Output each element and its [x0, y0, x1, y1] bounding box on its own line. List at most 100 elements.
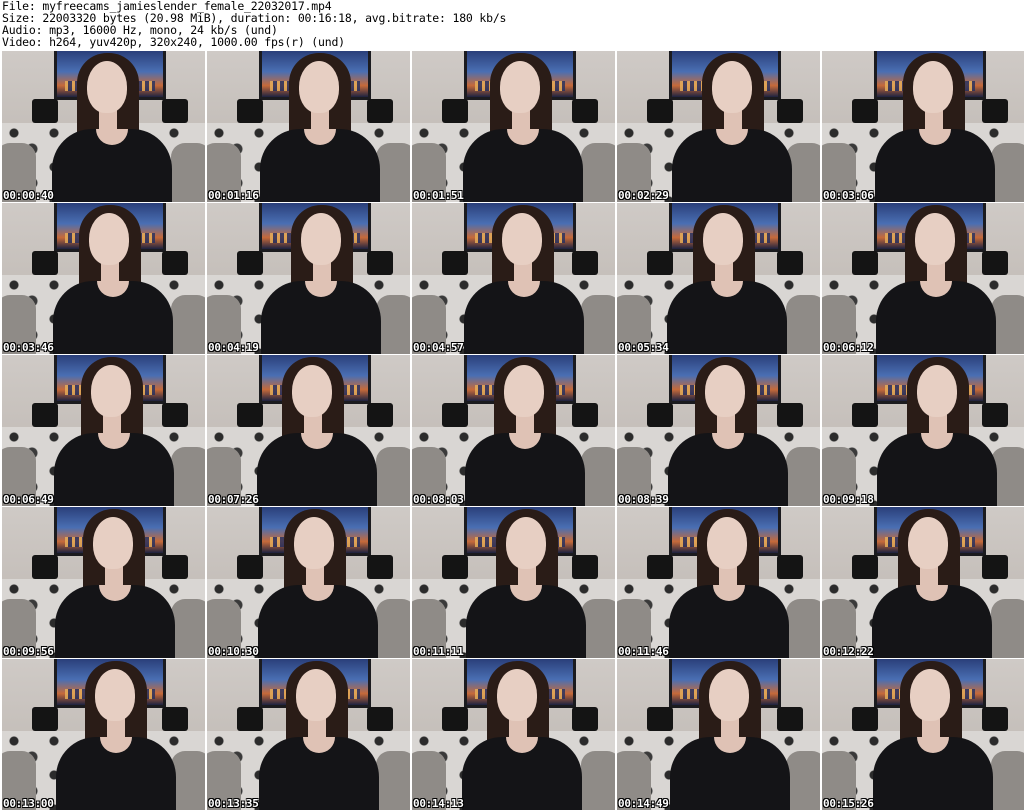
video-frame-thumbnail[interactable]: 00:12:22 — [822, 507, 1024, 658]
sofa-arm — [991, 751, 1024, 810]
video-frame-thumbnail[interactable]: 00:09:56 — [2, 507, 205, 658]
frame-timestamp: 00:04:19 — [208, 341, 259, 354]
person-torso — [670, 737, 790, 810]
sofa-arm — [786, 599, 820, 658]
video-frame-thumbnail[interactable]: 00:13:35 — [207, 659, 410, 810]
person-face — [707, 517, 747, 569]
person-face — [506, 517, 546, 569]
sofa-arm — [786, 751, 820, 810]
video-frame-thumbnail[interactable]: 00:04:19 — [207, 203, 410, 354]
sofa-arm — [376, 143, 410, 202]
video-frame-thumbnail[interactable]: 00:11:46 — [617, 507, 820, 658]
pillow — [367, 99, 393, 123]
video-frame-thumbnail[interactable]: 00:00:40 — [2, 51, 205, 202]
pillow — [982, 403, 1008, 427]
video-frame-thumbnail[interactable]: 00:11:11 — [412, 507, 615, 658]
person-face — [703, 213, 743, 265]
person-face — [504, 365, 544, 417]
pillow — [162, 251, 188, 275]
person-face — [87, 61, 127, 113]
sofa-arm — [376, 295, 410, 354]
pillow — [32, 251, 58, 275]
sofa-arm — [171, 143, 205, 202]
video-frame-thumbnail[interactable]: 00:06:12 — [822, 203, 1024, 354]
pillow — [852, 555, 878, 579]
frame-timestamp: 00:03:46 — [3, 341, 54, 354]
sofa-arm — [171, 447, 205, 506]
video-info-line: Video: h264, yuv420p, 320x240, 1000.00 f… — [2, 35, 345, 49]
video-frame-thumbnail[interactable]: 00:14:49 — [617, 659, 820, 810]
video-frame-thumbnail[interactable]: 00:04:57 — [412, 203, 615, 354]
sofa-arm — [376, 447, 410, 506]
pillow — [982, 251, 1008, 275]
pillow — [237, 707, 263, 731]
pillow — [237, 403, 263, 427]
sofa-arm — [581, 143, 615, 202]
person-face — [91, 365, 131, 417]
frame-timestamp: 00:00:40 — [3, 189, 54, 202]
person-torso — [876, 281, 996, 354]
pillow — [647, 707, 673, 731]
video-frame-thumbnail[interactable]: 00:01:51 — [412, 51, 615, 202]
video-frame-thumbnail[interactable]: 00:15:26 — [822, 659, 1024, 810]
person-torso — [257, 433, 377, 506]
person-face — [910, 669, 950, 721]
person-torso — [52, 129, 172, 202]
video-frame-thumbnail[interactable]: 00:03:06 — [822, 51, 1024, 202]
video-frame-thumbnail[interactable]: 00:09:18 — [822, 355, 1024, 506]
person-face — [705, 365, 745, 417]
pillow — [982, 99, 1008, 123]
frame-timestamp: 00:01:51 — [413, 189, 464, 202]
person-face — [301, 213, 341, 265]
frame-timestamp: 00:15:26 — [823, 797, 874, 810]
pillow — [237, 99, 263, 123]
pillow — [572, 555, 598, 579]
person-torso — [462, 737, 582, 810]
person-torso — [873, 737, 993, 810]
person-torso — [872, 585, 992, 658]
video-frame-thumbnail[interactable]: 00:05:34 — [617, 203, 820, 354]
video-frame-thumbnail[interactable]: 00:14:13 — [412, 659, 615, 810]
pillow — [442, 707, 468, 731]
video-frame-thumbnail[interactable]: 00:06:49 — [2, 355, 205, 506]
frame-timestamp: 00:07:26 — [208, 493, 259, 506]
person-torso — [53, 281, 173, 354]
frame-timestamp: 00:09:18 — [823, 493, 874, 506]
video-frame-thumbnail[interactable]: 00:10:30 — [207, 507, 410, 658]
pillow — [442, 99, 468, 123]
frame-timestamp: 00:11:11 — [413, 645, 464, 658]
pillow — [162, 555, 188, 579]
pillow — [852, 403, 878, 427]
person-torso — [877, 433, 997, 506]
pillow — [852, 251, 878, 275]
video-frame-thumbnail[interactable]: 00:07:26 — [207, 355, 410, 506]
video-frame-thumbnail[interactable]: 00:03:46 — [2, 203, 205, 354]
frame-timestamp: 00:04:57 — [413, 341, 464, 354]
pillow — [777, 251, 803, 275]
person-torso — [668, 433, 788, 506]
pillow — [162, 99, 188, 123]
video-frame-thumbnail[interactable]: 00:02:29 — [617, 51, 820, 202]
frame-timestamp: 00:08:39 — [618, 493, 669, 506]
person-face — [292, 365, 332, 417]
video-frame-thumbnail[interactable]: 00:08:03 — [412, 355, 615, 506]
pillow — [572, 251, 598, 275]
person-face — [917, 365, 957, 417]
pillow — [442, 555, 468, 579]
pillow — [367, 251, 393, 275]
person-torso — [260, 129, 380, 202]
sofa-arm — [581, 751, 615, 810]
video-frame-thumbnail[interactable]: 00:13:00 — [2, 659, 205, 810]
pillow — [647, 555, 673, 579]
frame-timestamp: 00:14:13 — [413, 797, 464, 810]
video-frame-thumbnail[interactable]: 00:01:16 — [207, 51, 410, 202]
person-face — [500, 61, 540, 113]
person-torso — [258, 585, 378, 658]
pillow — [162, 403, 188, 427]
video-frame-thumbnail[interactable]: 00:08:39 — [617, 355, 820, 506]
pillow — [442, 251, 468, 275]
pillow — [32, 99, 58, 123]
pillow — [777, 707, 803, 731]
frame-timestamp: 00:06:12 — [823, 341, 874, 354]
sofa-arm — [581, 295, 615, 354]
